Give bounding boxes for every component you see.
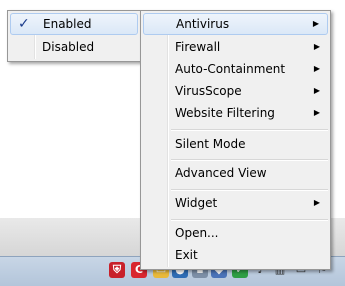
- submenu-arrow-icon: ▶: [313, 198, 320, 207]
- menu-item-label: Firewall: [175, 40, 221, 54]
- menu-item-label: Exit: [175, 248, 198, 262]
- menu-item-label: Silent Mode: [175, 137, 246, 151]
- menu-item-auto-containment[interactable]: Auto-Containment ▶: [143, 58, 328, 80]
- submenu-arrow-icon: ▶: [313, 42, 320, 51]
- menu-item-label: Open...: [175, 226, 219, 240]
- submenu-item-label: Enabled: [43, 17, 92, 31]
- antivirus-submenu: ✓ Enabled Disabled: [7, 10, 141, 62]
- menu-item-virusscope[interactable]: VirusScope ▶: [143, 80, 328, 102]
- menu-item-website-filtering[interactable]: Website Filtering ▶: [143, 102, 328, 124]
- context-menu: Antivirus ▶ Firewall ▶ Auto-Containment …: [140, 10, 331, 270]
- menu-item-label: VirusScope: [175, 84, 242, 98]
- menu-separator: [171, 129, 328, 131]
- menu-item-label: Auto-Containment: [175, 62, 286, 76]
- submenu-arrow-icon: ▶: [312, 19, 319, 28]
- menu-separator: [171, 159, 328, 161]
- submenu-item-label: Disabled: [42, 40, 95, 54]
- menu-item-exit[interactable]: Exit: [143, 244, 328, 266]
- menu-separator: [171, 219, 328, 221]
- menu-item-firewall[interactable]: Firewall ▶: [143, 36, 328, 58]
- submenu-item-disabled[interactable]: Disabled: [10, 36, 138, 58]
- menu-item-label: Antivirus: [176, 17, 230, 31]
- menu-item-advanced-view[interactable]: Advanced View: [143, 162, 328, 184]
- menu-item-antivirus[interactable]: Antivirus ▶: [143, 13, 328, 35]
- submenu-item-enabled[interactable]: ✓ Enabled: [10, 13, 138, 35]
- menu-item-open[interactable]: Open...: [143, 222, 328, 244]
- submenu-arrow-icon: ▶: [313, 108, 320, 117]
- menu-item-widget[interactable]: Widget ▶: [143, 192, 328, 214]
- menu-item-label: Advanced View: [175, 166, 267, 180]
- menu-item-silent-mode[interactable]: Silent Mode: [143, 133, 328, 155]
- menu-item-label: Widget: [175, 196, 218, 210]
- submenu-arrow-icon: ▶: [313, 64, 320, 73]
- checkmark-icon: ✓: [18, 16, 30, 32]
- submenu-arrow-icon: ▶: [313, 86, 320, 95]
- menu-item-label: Website Filtering: [175, 106, 275, 120]
- comodo-icon[interactable]: ⛨: [109, 262, 125, 278]
- menu-separator: [171, 189, 328, 191]
